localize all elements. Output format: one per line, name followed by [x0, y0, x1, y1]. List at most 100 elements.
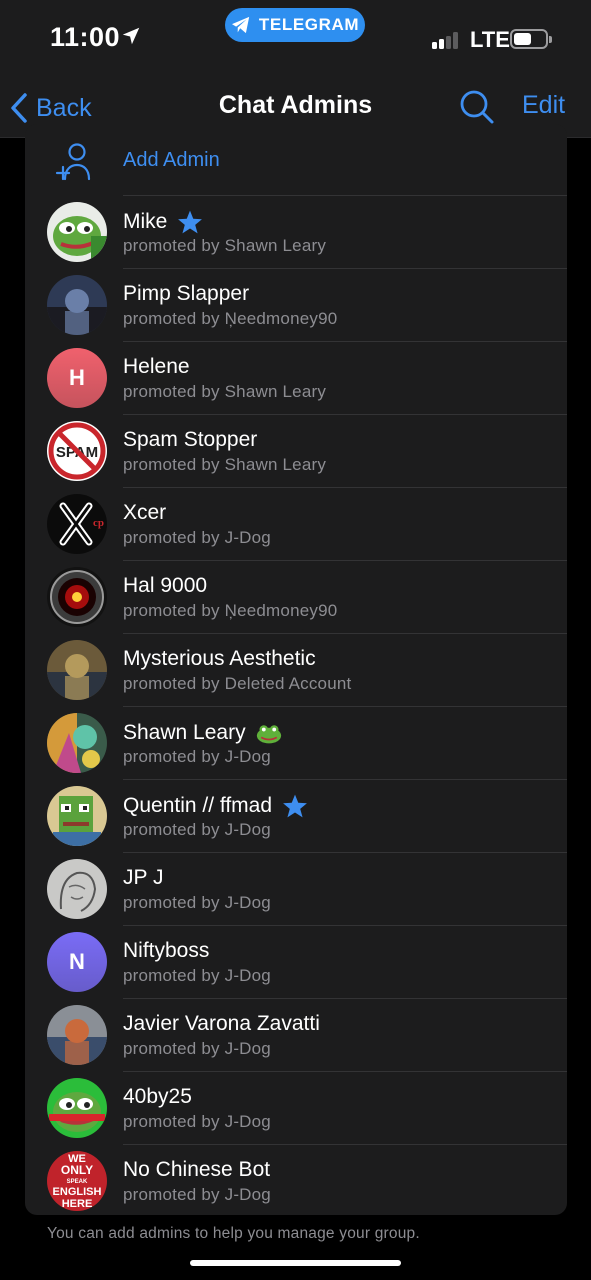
admin-promoted-by: promoted by Shawn Leary: [123, 382, 327, 401]
admin-name: 40by25: [123, 1085, 192, 1109]
signal-bar: [432, 42, 437, 49]
telegram-plane-icon: [231, 16, 250, 34]
signal-strength-icon: [432, 31, 462, 49]
avatar: [47, 1078, 107, 1138]
admin-name-text: Helene: [123, 355, 190, 378]
home-indicator[interactable]: [190, 1260, 401, 1266]
admin-row[interactable]: Shawn Leary promoted by J-Dog: [25, 707, 567, 780]
admin-promoted-by: promoted by J-Dog: [123, 966, 271, 985]
admin-name-text: Shawn Leary: [123, 721, 246, 744]
admin-name-text: Quentin // ffmad: [123, 794, 273, 817]
admin-promoted-by: promoted by Shawn Leary: [123, 455, 327, 474]
add-user-icon: [55, 143, 91, 181]
admin-name: JP J: [123, 866, 163, 890]
admin-name-text: Javier Varona Zavatti: [123, 1012, 320, 1035]
avatar-initial: N: [69, 949, 85, 974]
signal-bar: [453, 32, 458, 49]
admin-name-text: No Chinese Bot: [123, 1158, 271, 1181]
star-icon: [283, 794, 307, 818]
admin-name: Javier Varona Zavatti: [123, 1012, 320, 1036]
avatar: [47, 567, 107, 627]
avatar: N: [47, 932, 107, 992]
admin-name-text: JP J: [123, 866, 164, 889]
admin-name-text: Mysterious Aesthetic: [123, 647, 316, 670]
admin-name: Niftyboss: [123, 939, 209, 963]
svg-text:ONLY: ONLY: [61, 1163, 93, 1177]
admin-row[interactable]: Quentin // ffmad promoted by J-Dog: [25, 780, 567, 853]
admin-name: Helene: [123, 355, 190, 379]
battery-fill: [514, 33, 531, 45]
admin-name: Pimp Slapper: [123, 282, 249, 306]
admin-promoted-by: promoted by J-Dog: [123, 1185, 271, 1204]
admin-row[interactable]: Mysterious Aesthetic promoted by Deleted …: [25, 634, 567, 707]
network-type: LTE: [470, 27, 510, 52]
telegram-pill-label: TELEGRAM: [258, 15, 360, 34]
admin-name-text: Xcer: [123, 501, 167, 524]
frog-emoji-icon: [256, 725, 281, 744]
admin-name-text: Niftyboss: [123, 939, 210, 962]
admin-row[interactable]: Hal 9000 promoted by Ņeedmoney90: [25, 561, 567, 634]
admin-name-text: Hal 9000: [123, 574, 208, 597]
avatar: [47, 1005, 107, 1065]
back-button[interactable]: Back: [10, 88, 92, 128]
admin-name: Shawn Leary: [123, 720, 282, 746]
avatar: H: [47, 348, 107, 408]
signal-bar: [439, 39, 444, 49]
admin-promoted-by: promoted by Ņeedmoney90: [123, 601, 338, 620]
footer-note: You can add admins to help you manage yo…: [47, 1225, 420, 1242]
admin-name: Hal 9000: [123, 574, 207, 598]
back-label: Back: [36, 93, 92, 122]
avatar: [47, 275, 107, 335]
svg-text:cp: cp: [93, 517, 104, 529]
avatar: cp: [47, 494, 107, 554]
avatar: [47, 713, 107, 773]
admin-promoted-by: promoted by J-Dog: [123, 747, 271, 766]
admin-name-text: Spam Stopper: [123, 428, 258, 451]
admin-row[interactable]: cp Xcer promoted by J-Dog: [25, 488, 567, 561]
status-time: 11:00: [50, 22, 121, 52]
edit-button[interactable]: Edit: [522, 91, 565, 120]
search-icon[interactable]: [458, 88, 496, 126]
avatar: [47, 786, 107, 846]
admin-name: Quentin // ffmad: [123, 793, 308, 819]
admin-row[interactable]: H Helene promoted by Shawn Leary: [25, 342, 567, 415]
signal-bar: [446, 36, 451, 49]
location-arrow-icon: [122, 27, 140, 45]
admin-name: Xcer: [123, 501, 166, 525]
status-bar: 11:00 TELEGRAM LTE: [0, 0, 591, 80]
avatar: [47, 859, 107, 919]
admin-name-text: Pimp Slapper: [123, 282, 250, 305]
admin-name: No Chinese Bot: [123, 1158, 270, 1182]
add-admin-button[interactable]: Add Admin: [25, 124, 567, 196]
admin-promoted-by: promoted by Ņeedmoney90: [123, 309, 338, 328]
battery-icon: [510, 29, 552, 49]
admin-row[interactable]: N Niftyboss promoted by J-Dog: [25, 926, 567, 999]
avatar: [47, 640, 107, 700]
admin-name: Mike: [123, 209, 203, 235]
admin-row[interactable]: Pimp Slapper promoted by Ņeedmoney90: [25, 269, 567, 342]
telegram-call-pill[interactable]: TELEGRAM: [225, 8, 365, 42]
admin-row[interactable]: Javier Varona Zavatti promoted by J-Dog: [25, 999, 567, 1072]
add-admin-label: Add Admin: [123, 149, 220, 171]
admin-promoted-by: promoted by J-Dog: [123, 528, 271, 547]
admin-row[interactable]: WE ONLY SPEAK ENGLISH HERE No Chinese Bot prom…: [25, 1145, 567, 1215]
admin-promoted-by: promoted by Shawn Leary: [123, 236, 327, 255]
avatar: WE ONLY SPEAK ENGLISH HERE: [47, 1151, 107, 1211]
admin-name: Spam Stopper: [123, 428, 257, 452]
avatar: [47, 202, 107, 262]
admin-promoted-by: promoted by J-Dog: [123, 1112, 271, 1131]
admin-promoted-by: promoted by Deleted Account: [123, 674, 352, 693]
admin-promoted-by: promoted by J-Dog: [123, 893, 271, 912]
admin-name-text: Mike: [123, 210, 168, 233]
admin-promoted-by: promoted by J-Dog: [123, 1039, 271, 1058]
svg-text:HERE: HERE: [62, 1198, 93, 1210]
admin-name-text: 40by25: [123, 1085, 192, 1108]
svg-text:ENGLISH: ENGLISH: [53, 1186, 102, 1198]
admin-row[interactable]: SPAM Spam Stopper promoted by Shawn Leary: [25, 415, 567, 488]
admin-promoted-by: promoted by J-Dog: [123, 820, 271, 839]
admin-row[interactable]: JP J promoted by J-Dog: [25, 853, 567, 926]
admin-row[interactable]: 40by25 promoted by J-Dog: [25, 1072, 567, 1145]
avatar-initial: H: [69, 365, 85, 390]
chevron-left-icon: [11, 93, 27, 123]
admin-row[interactable]: Mike promoted by Shawn Leary: [25, 196, 567, 269]
